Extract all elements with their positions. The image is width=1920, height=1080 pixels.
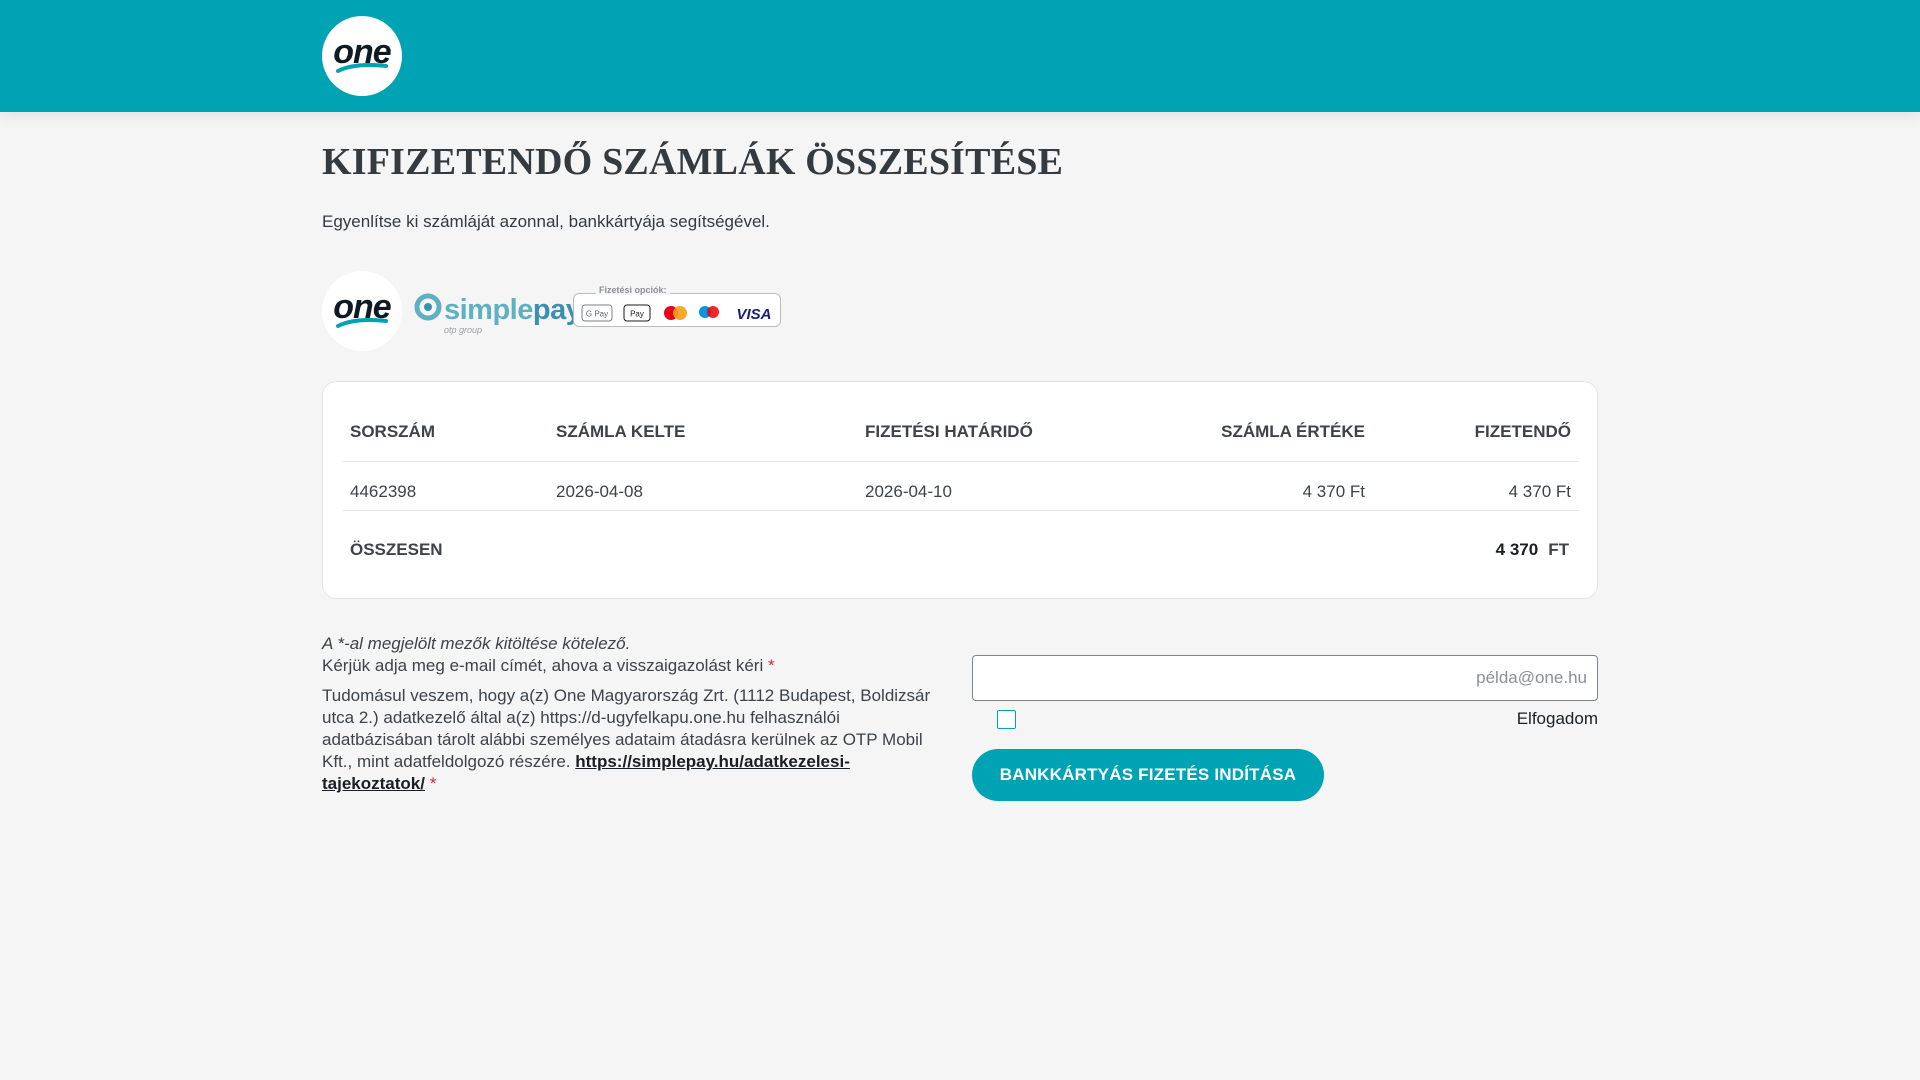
maestro-icon [699, 306, 719, 318]
one-logo[interactable]: one [322, 16, 402, 96]
simplepay-mark-icon [414, 293, 442, 321]
total-currency: FT [1548, 540, 1569, 559]
one-brand-logo: one [322, 271, 402, 351]
col-header-ertek: SZÁMLA ÉRTÉKE [1221, 422, 1365, 441]
cell-kelte: 2026-04-08 [556, 482, 643, 501]
start-card-payment-button[interactable]: BANKKÁRTYÁS FIZETÉS INDÍTÁSA [972, 749, 1324, 801]
visa-icon: VISA [736, 306, 771, 323]
mastercard-icon [664, 306, 687, 320]
google-pay-icon: G Pay [581, 304, 613, 322]
required-mark: * [767, 656, 775, 675]
svg-text:Pay: Pay [630, 310, 644, 319]
simplepay-otp-group: otp group [444, 325, 483, 335]
total-value: 4 370 [1495, 540, 1539, 559]
col-header-sorszam: SORSZÁM [350, 422, 435, 441]
accept-label: Elfogadom [1516, 709, 1598, 728]
email-input[interactable] [972, 655, 1598, 701]
col-header-fizetendo: FIZETENDŐ [1474, 422, 1571, 441]
total-amount: 4 370 FT [1496, 540, 1569, 560]
header-divider [343, 461, 1579, 462]
cell-fizetendo: 4 370 Ft [1508, 482, 1571, 501]
cell-ertek: 4 370 Ft [1302, 482, 1365, 501]
payment-options-box: Fizetési opciók: G Pay Pay VISA [573, 285, 781, 327]
cell-hatarido: 2026-04-10 [865, 482, 952, 501]
consent-text-block: Tudomásul veszem, hogy a(z) One Magyaror… [322, 685, 932, 795]
col-header-kelte: SZÁMLA KELTE [556, 422, 686, 441]
required-fields-note: A *-al megjelölt mezők kitöltése kötelez… [322, 634, 631, 653]
payment-methods: G Pay Pay VISA [581, 304, 772, 323]
apple-pay-icon: Pay [623, 304, 651, 322]
page-subtitle: Egyenlítse ki számláját azonnal, bankkár… [322, 212, 770, 231]
invoice-table-card: SORSZÁM SZÁMLA KELTE FIZETÉSI HATÁRIDŐ S… [322, 381, 1598, 599]
total-label: ÖSSZESEN [350, 540, 443, 559]
accept-checkbox[interactable] [997, 710, 1016, 729]
cell-sorszam: 4462398 [350, 482, 417, 501]
brand-swoosh-icon [336, 318, 388, 328]
row-divider [343, 510, 1579, 511]
email-label: Kérjük adja meg e-mail címét, ahova a vi… [322, 656, 775, 676]
email-label-text: Kérjük adja meg e-mail címét, ahova a vi… [322, 656, 764, 675]
top-bar: one [0, 0, 1920, 112]
page-title: KIFIZETENDŐ SZÁMLÁK ÖSSZESÍTÉSE [322, 141, 1064, 183]
simplepay-simple: simple [444, 294, 533, 326]
svg-text:G Pay: G Pay [586, 310, 608, 319]
logo-swoosh-icon [336, 63, 388, 73]
brand-row: one simplepay otp group Fizetési opciók:… [322, 271, 822, 351]
consent-required-mark: * [429, 774, 437, 793]
simplepay-wordmark: simplepay [444, 293, 582, 327]
col-header-hatarido: FIZETÉSI HATÁRIDŐ [865, 422, 1033, 441]
